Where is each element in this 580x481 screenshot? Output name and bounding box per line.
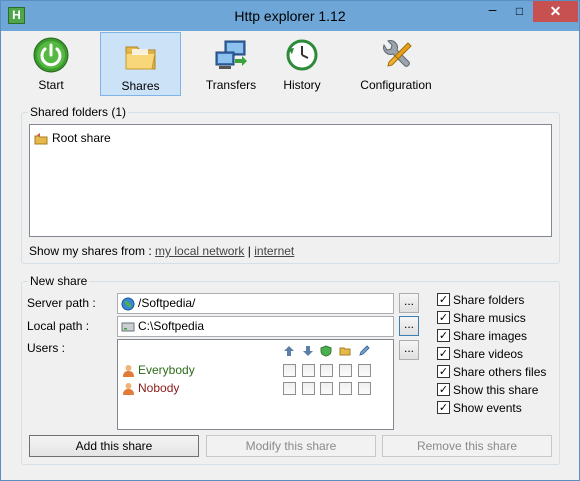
perm-checkbox[interactable] [339,364,352,377]
user-name-everybody: Everybody [138,363,195,377]
checkbox-checked[interactable]: ✓ [437,383,450,396]
perm-checkbox[interactable] [302,364,315,377]
user-icon [123,365,134,377]
pencil-icon [359,345,370,356]
history-tool-button[interactable]: History [269,32,335,96]
shared-folders-list[interactable]: Root share [29,124,552,237]
folder-icon [125,46,156,70]
checkbox-checked[interactable]: ✓ [437,401,450,414]
root-share-label: Root share [52,131,111,145]
my-local-network-link[interactable]: my local network [155,244,244,258]
upload-arrow-icon [284,346,294,356]
perm-checkbox[interactable] [320,364,333,377]
checkbox-checked[interactable]: ✓ [437,329,450,342]
shield-icon [320,345,332,357]
drive-icon [121,322,135,332]
power-icon [33,37,69,73]
users-browse-button[interactable]: ... [399,340,419,360]
server-path-label: Server path : [27,296,96,310]
modify-share-button[interactable]: Modify this share [206,435,376,457]
close-button[interactable]: ✕ [533,1,578,22]
add-share-button[interactable]: Add this share [29,435,199,457]
perm-checkbox[interactable] [302,382,315,395]
new-folder-icon [339,347,351,356]
user-name-nobody: Nobody [138,381,180,395]
configuration-tool-button[interactable]: Configuration [343,32,449,96]
local-path-value: C:\Softpedia [138,319,205,333]
toolbar: Start Shares Transfers History Configura… [9,32,573,96]
local-path-input[interactable]: C:\Softpedia [117,316,394,337]
users-label: Users : [27,341,66,355]
local-path-label: Local path : [27,319,90,333]
show-shares-from-label: Show my shares from : [29,244,152,258]
user-icon [123,383,134,395]
shared-folders-legend: Shared folders (1) [28,105,129,119]
checkbox-checked[interactable]: ✓ [437,365,450,378]
server-path-input[interactable]: /Softpedia/ [117,293,394,314]
shared-folder-icon [34,132,48,145]
new-share-legend: New share [28,274,90,288]
configuration-label: Configuration [360,78,432,92]
perm-checkbox[interactable] [320,382,333,395]
perm-checkbox[interactable] [283,382,296,395]
shared-folders-group: Shared folders (1) Root share Show my sh… [21,105,560,264]
globe-icon [121,297,135,311]
users-list[interactable]: Everybody Nobody [117,339,394,430]
history-clock-icon [286,39,318,71]
internet-link[interactable]: internet [254,244,294,258]
minimize-button[interactable]: – [479,1,506,22]
checkbox-checked[interactable]: ✓ [437,293,450,306]
transfers-tool-button[interactable]: Transfers [187,32,275,96]
transfers-icon [215,40,247,69]
start-label: Start [38,78,64,92]
server-path-value: /Softpedia/ [138,296,196,310]
perm-checkbox[interactable] [339,382,352,395]
start-tool-button[interactable]: Start [9,32,93,96]
checkbox-checked[interactable]: ✓ [437,311,450,324]
download-arrow-icon [303,346,313,356]
shares-label: Shares [121,79,160,93]
wrench-screwdriver-icon [383,40,412,67]
local-path-browse-button[interactable]: ... [399,316,419,336]
link-separator: | [247,244,251,258]
user-row-everybody[interactable]: Everybody [122,362,392,378]
show-shares-from-row: Show my shares from : my local network |… [29,244,294,258]
server-path-browse-button[interactable]: ... [399,293,419,313]
title-bar[interactable]: H Http explorer 1.12 – □ ✕ [1,1,579,31]
perm-checkbox[interactable] [283,364,296,377]
maximize-button[interactable]: □ [506,1,533,22]
main-window: H Http explorer 1.12 – □ ✕ Start Shares [0,0,580,481]
remove-share-button[interactable]: Remove this share [382,435,552,457]
user-row-nobody[interactable]: Nobody [122,380,392,396]
perm-checkbox[interactable] [358,382,371,395]
history-label: History [283,78,321,92]
list-item[interactable]: Root share [34,130,111,146]
checkbox-checked[interactable]: ✓ [437,347,450,360]
transfers-label: Transfers [205,78,257,92]
shares-tool-button[interactable]: Shares [100,32,181,96]
new-share-group: New share Server path : /Softpedia/ ... … [21,274,560,465]
perm-checkbox[interactable] [358,364,371,377]
